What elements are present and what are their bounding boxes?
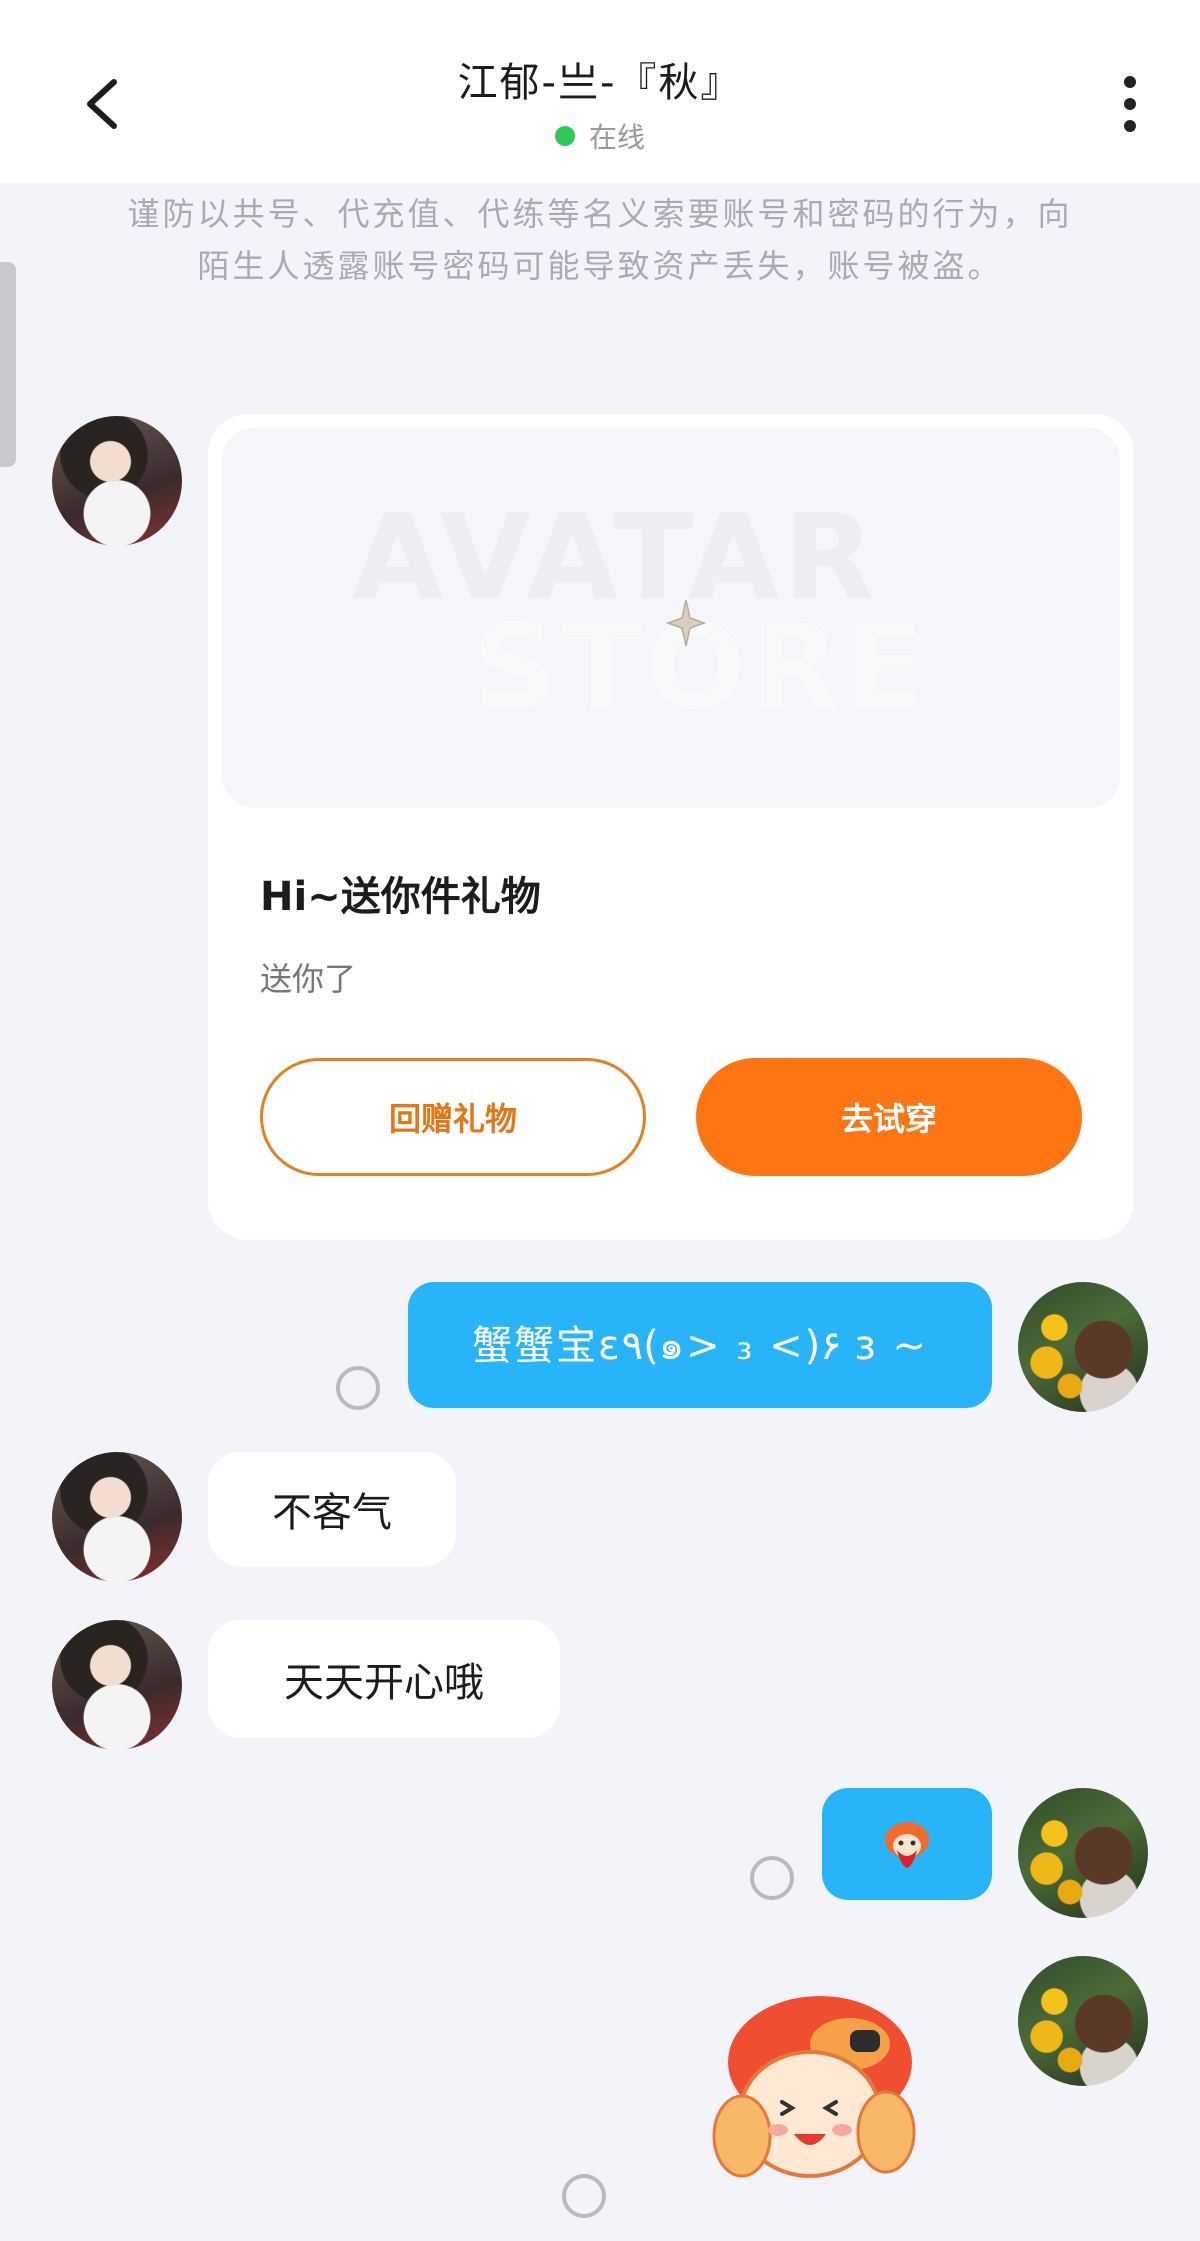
return-gift-button[interactable]: 回赠礼物 — [260, 1058, 646, 1176]
message-bubble[interactable]: 不客气 — [208, 1452, 456, 1566]
chat-header: 江郁-亗-『秋』 在线 — [0, 0, 1200, 183]
read-status-icon — [750, 1856, 794, 1900]
message-bubble[interactable]: 天天开心哦 — [208, 1620, 560, 1738]
read-status-icon — [336, 1366, 380, 1410]
online-dot-icon — [554, 126, 575, 146]
read-status-icon — [562, 2174, 606, 2218]
online-status: 在线 — [300, 116, 900, 156]
back-button[interactable] — [72, 66, 132, 142]
message-text: 天天开心哦 — [284, 1660, 484, 1706]
gift-subtitle: 送你了 — [260, 960, 357, 998]
more-vertical-icon — [1124, 76, 1136, 88]
scroll-indicator[interactable] — [0, 262, 16, 467]
contact-name: 江郁-亗-『秋』 — [457, 60, 743, 106]
gift-image: AVATAR STORE — [222, 428, 1120, 808]
online-status-label: 在线 — [588, 121, 645, 154]
more-options-button[interactable] — [1110, 66, 1150, 142]
my-avatar[interactable] — [1018, 1788, 1148, 1918]
contact-avatar[interactable] — [52, 1452, 182, 1582]
sparkle-icon — [666, 599, 706, 647]
chat-title-area: 江郁-亗-『秋』 在线 — [300, 50, 900, 156]
contact-avatar[interactable] — [52, 1620, 182, 1750]
gift-card[interactable]: AVATAR STORE Hi~送你件礼物 送你了 回赠礼物 去试穿 — [208, 414, 1134, 1240]
small-sticker-icon — [885, 1822, 929, 1868]
message-text: 蟹蟹宝ε٩(๑> ₃ <)۶ з ~ — [472, 1323, 928, 1369]
gift-title: Hi~送你件礼物 — [260, 874, 541, 920]
chevron-left-icon — [87, 79, 117, 129]
my-avatar[interactable] — [1018, 1282, 1148, 1412]
message-bubble[interactable]: 蟹蟹宝ε٩(๑> ₃ <)۶ з ~ — [408, 1282, 992, 1408]
sticker-bubble[interactable] — [822, 1788, 992, 1900]
my-avatar[interactable] — [1018, 1956, 1148, 2086]
message-text: 不客气 — [272, 1490, 392, 1536]
contact-avatar[interactable] — [52, 416, 182, 546]
large-sticker-icon[interactable] — [700, 1984, 950, 2194]
more-dot — [1124, 120, 1136, 132]
security-warning: 谨防以共号、代充值、代练等名义索要账号和密码的行为，向陌生人透露账号密码可能导致… — [127, 195, 1073, 285]
try-on-button[interactable]: 去试穿 — [696, 1058, 1082, 1176]
more-dot — [1124, 98, 1136, 110]
chat-screen: 江郁-亗-『秋』 在线 谨防以共号、代充值、代练等名义索要账号和密码的行为，向陌… — [0, 0, 1200, 2241]
